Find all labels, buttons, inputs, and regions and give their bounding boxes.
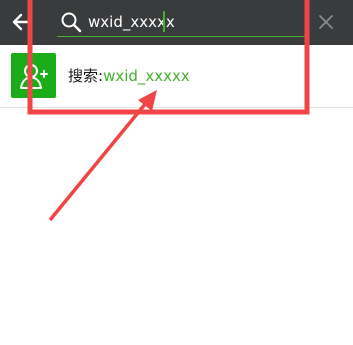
back-button[interactable] bbox=[9, 9, 35, 35]
close-icon bbox=[319, 15, 333, 29]
clear-button[interactable] bbox=[314, 10, 338, 34]
add-friend-icon bbox=[11, 53, 56, 98]
search-icon bbox=[61, 12, 82, 33]
search-result-prefix: 搜索: bbox=[68, 67, 104, 85]
search-result-query: wxid_xxxxx bbox=[103, 67, 190, 85]
search-bar: wxid_xxxxx bbox=[0, 0, 353, 45]
search-result-item[interactable]: 搜索:wxid_xxxxx bbox=[0, 45, 353, 108]
annotation-arrow-line bbox=[48, 101, 148, 222]
search-underline bbox=[57, 36, 307, 37]
arrow-left-icon bbox=[12, 13, 32, 31]
search-result-label: 搜索:wxid_xxxxx bbox=[68, 65, 190, 86]
search-input[interactable]: wxid_xxxxx bbox=[88, 10, 288, 34]
text-caret bbox=[163, 11, 165, 32]
